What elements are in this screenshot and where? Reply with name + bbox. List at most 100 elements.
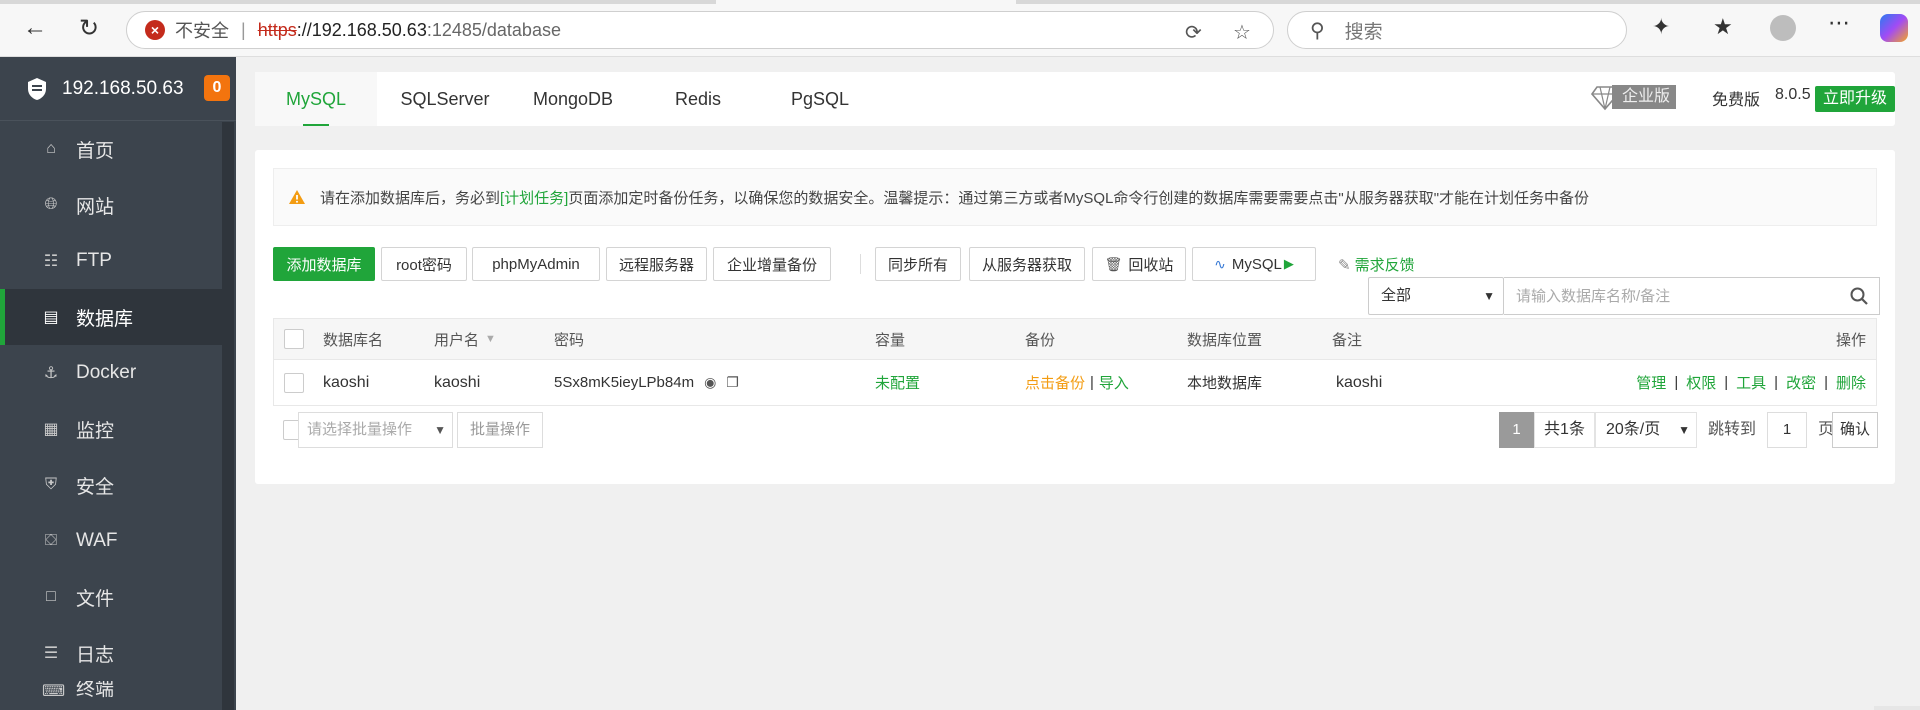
terminal-icon: ⌨ [42, 683, 66, 700]
cron-task-link[interactable]: [计划任务] [500, 187, 568, 208]
sidebar-scrollbar[interactable] [222, 122, 234, 710]
add-database-button[interactable]: 添加数据库 [273, 247, 375, 281]
header-checkbox-cell [284, 319, 304, 359]
db-search-input[interactable] [1516, 287, 1836, 305]
insecure-label: 不安全 [175, 21, 229, 41]
tools-link[interactable]: 工具 [1736, 372, 1766, 393]
phpmyadmin-button[interactable]: phpMyAdmin [472, 247, 600, 281]
eye-hide-icon[interactable]: ◉ [704, 374, 716, 391]
upgrade-button[interactable]: 立即升级 [1815, 86, 1895, 112]
sidebar-item-security[interactable]: ⛨ 安全 [0, 457, 222, 513]
url-host: ://192.168.50.63 [296, 19, 427, 40]
notification-badge[interactable]: 0 [204, 75, 230, 101]
manage-link[interactable]: 管理 [1636, 372, 1666, 393]
recycle-bin-label: 回收站 [1128, 256, 1174, 274]
tab-redis[interactable]: Redis [633, 72, 763, 126]
sidebar-item-database[interactable]: ▤ 数据库 [0, 289, 222, 345]
header-db-name: 数据库名 [323, 331, 384, 349]
enterprise-edition-label[interactable]: 企业版 [1612, 85, 1677, 109]
jump-page-input[interactable]: 1 [1767, 412, 1807, 448]
sidebar-item-ftp[interactable]: ☷ FTP [0, 233, 222, 289]
select-all-checkbox[interactable] [284, 329, 304, 349]
fetch-from-server-button[interactable]: 从服务器获取 [969, 247, 1085, 281]
jump-confirm-button[interactable]: 确认 [1832, 412, 1878, 448]
sidebar-item-label: Docker [76, 362, 137, 383]
page-size-value: 20条/页 [1606, 421, 1661, 438]
extensions-icon[interactable]: ✦ [1652, 14, 1670, 40]
sidebar: 192.168.50.63 0 ⌂ 首页 🌐︎ 网站 ☷ FTP ▤ 数据库 ⚓… [0, 57, 236, 710]
read-aloud-icon[interactable]: ⟳ [1185, 20, 1202, 45]
table-row: kaoshi kaoshi 5Sx8mK5ieyLPb84m ◉ ❐ 未配置 点… [273, 360, 1877, 406]
total-count: 共1条 [1534, 412, 1595, 448]
server-shield-icon [28, 77, 46, 100]
address-bar[interactable]: × 不安全 | https://192.168.50.63:12485/data… [126, 11, 1274, 49]
batch-operation-button[interactable]: 批量操作 [457, 412, 543, 448]
feedback-icon: ✎ [1338, 257, 1351, 274]
db-filter-select[interactable]: 全部 ▼ [1368, 277, 1504, 315]
tab-strip-inactive [1016, 0, 1920, 4]
sidebar-header: 192.168.50.63 0 [0, 57, 236, 121]
sidebar-item-terminal[interactable]: ⌨ 终端 [0, 681, 222, 701]
database-panel: 请在添加数据库后，务必到 [计划任务] 页面添加定时备份任务，以确保您的数据安全。温… [255, 150, 1895, 484]
current-page[interactable]: 1 [1499, 412, 1534, 448]
log-icon: ☰ [43, 645, 59, 662]
mysql-button-label: MySQL [1231, 255, 1282, 273]
sidebar-item-waf[interactable]: ⛋ WAF [0, 513, 222, 569]
tab-mysql[interactable]: MySQL [255, 72, 377, 126]
alert-text-before: 请在添加数据库后，务必到 [320, 189, 501, 207]
sort-icon: ▼ [485, 333, 496, 345]
row-note[interactable]: kaoshi [1336, 360, 1382, 405]
root-password-button[interactable]: root密码 [381, 247, 467, 281]
tab-mongodb[interactable]: MongoDB [513, 72, 633, 126]
tab-sqlserver[interactable]: SQLServer [377, 72, 513, 126]
search-icon[interactable] [1849, 286, 1869, 306]
sidebar-item-label: 监控 [76, 420, 115, 442]
sidebar-item-files[interactable]: □ 文件 [0, 569, 222, 625]
row-checkbox[interactable] [284, 372, 304, 393]
sidebar-item-logs[interactable]: ☰ 日志 [0, 625, 222, 681]
change-password-link[interactable]: 改密 [1786, 372, 1816, 393]
incremental-backup-button[interactable]: 企业增量备份 [713, 247, 831, 281]
page-size-select[interactable]: 20条/页 ▼ [1595, 412, 1697, 448]
header-username[interactable]: 用户名 ▼ [434, 319, 496, 359]
address-separator: | [241, 19, 246, 40]
profile-avatar[interactable] [1770, 15, 1796, 41]
waf-icon: ⛋ [44, 532, 58, 549]
database-table: 数据库名 用户名 ▼ 密码 容量 备份 数据库位置 备注 操作 kaoshi k… [273, 318, 1877, 406]
row-checkbox-cell [284, 360, 304, 405]
back-icon[interactable]: ← [18, 11, 52, 45]
favorites-icon[interactable]: ★ [1713, 14, 1733, 40]
favorite-star-icon[interactable]: ☆ [1233, 20, 1251, 45]
sidebar-item-label: 文件 [76, 588, 115, 610]
header-ops: 操作 [1835, 331, 1866, 349]
remote-server-button[interactable]: 远程服务器 [606, 247, 707, 281]
sidebar-item-monitor[interactable]: ▦ 监控 [0, 401, 222, 457]
db-type-tabs: MySQL SQLServer MongoDB Redis PgSQL 企业版 … [255, 72, 1895, 126]
backup-now-link[interactable]: 点击备份 [1025, 372, 1085, 393]
header-note: 备注 [1332, 331, 1363, 349]
feedback-link[interactable]: ✎ 需求反馈 [1338, 254, 1415, 275]
tab-pgsql[interactable]: PgSQL [763, 72, 877, 126]
database-icon: ▤ [43, 309, 59, 326]
row-ops: 管理 | 权限 | 工具 | 改密 | 删除 [1636, 360, 1866, 405]
sidebar-item-docker[interactable]: ⚓ Docker [0, 345, 222, 401]
monitor-icon: ▦ [43, 421, 59, 438]
row-capacity[interactable]: 未配置 [875, 360, 920, 405]
sidebar-item-website[interactable]: 🌐︎ 网站 [0, 177, 222, 233]
sidebar-item-home[interactable]: ⌂ 首页 [0, 121, 222, 177]
sidebar-item-label: WAF [76, 530, 118, 551]
batch-operation-select[interactable]: 请选择批量操作 ▼ [298, 412, 453, 448]
copilot-icon[interactable] [1880, 14, 1908, 42]
permission-link[interactable]: 权限 [1686, 372, 1716, 393]
more-icon[interactable]: ⋯ [1828, 10, 1850, 36]
import-link[interactable]: 导入 [1099, 372, 1129, 393]
browser-search-box[interactable]: ⚲ 搜索 [1287, 11, 1627, 49]
delete-link[interactable]: 删除 [1836, 372, 1866, 393]
copy-icon[interactable]: ❐ [726, 374, 739, 391]
sync-all-button[interactable]: 同步所有 [875, 247, 961, 281]
refresh-icon[interactable]: ↻ [72, 11, 106, 45]
mysql-button[interactable]: ∿ MySQL ▶ [1192, 247, 1316, 281]
browser-toolbar: ← ↻ × 不安全 | https://192.168.50.63:12485/… [0, 0, 1920, 57]
folder-icon: □ [46, 588, 56, 605]
recycle-bin-button[interactable]: 🗑︎ 回收站 [1092, 247, 1186, 281]
